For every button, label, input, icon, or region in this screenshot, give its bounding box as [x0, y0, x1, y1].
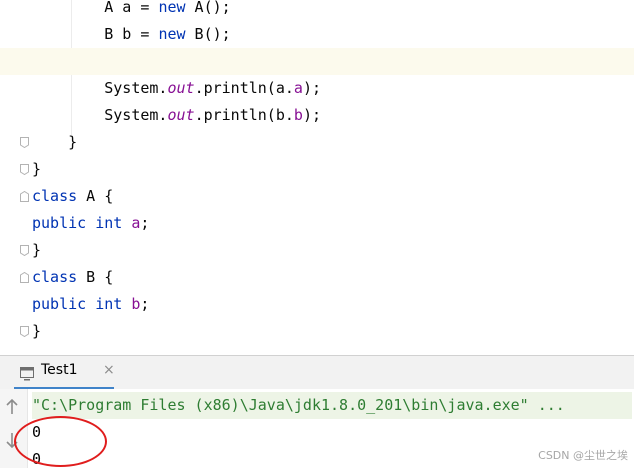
code-line: public int a;: [0, 210, 634, 237]
code-token: B b =: [32, 25, 159, 43]
code-line: class B {: [0, 264, 634, 291]
fold-marker-icon[interactable]: [20, 137, 29, 148]
code-line: System.out.println(a.a);: [0, 75, 634, 102]
code-text: }: [32, 129, 77, 156]
code-token: new: [158, 25, 186, 43]
code-token: B {: [77, 268, 114, 286]
code-token: A {: [77, 187, 114, 205]
code-token: int: [95, 214, 123, 232]
code-token: class: [32, 268, 78, 286]
code-text: }: [32, 237, 41, 264]
fold-marker-icon[interactable]: [20, 272, 29, 283]
code-token: ;: [140, 295, 150, 313]
code-text: class A {: [32, 183, 113, 210]
code-token: }: [32, 133, 78, 151]
code-editor[interactable]: A a = new A(); B b = new B(); System.out…: [0, 0, 634, 355]
code-text: System.out.println(b.b);: [32, 102, 321, 129]
code-text: }: [32, 156, 41, 183]
code-token: }: [32, 241, 42, 259]
code-token: A();: [185, 0, 231, 16]
code-line: System.out.println(b.b);: [0, 102, 634, 129]
annotation-circle: [14, 416, 107, 467]
code-line: [0, 48, 634, 75]
code-text: public int a;: [32, 210, 149, 237]
code-token: B();: [185, 25, 231, 43]
code-line: }: [0, 318, 634, 345]
console-output-line: 0: [32, 423, 42, 441]
tab-test1[interactable]: Test1 ×: [14, 356, 115, 390]
code-token: a: [293, 79, 303, 97]
code-token: b: [293, 106, 303, 124]
code-line: }: [0, 156, 634, 183]
console-command-line: "C:\Program Files (x86)\Java\jdk1.8.0_20…: [32, 392, 632, 419]
code-token: new: [158, 0, 186, 16]
code-token: );: [302, 79, 321, 97]
code-token: public: [32, 295, 87, 313]
code-token: ;: [140, 214, 150, 232]
code-text: class B {: [32, 264, 113, 291]
arrow-up-icon[interactable]: [5, 398, 19, 419]
code-token: out: [167, 106, 195, 124]
code-line: }: [0, 129, 634, 156]
code-text: B b = new B();: [32, 21, 231, 48]
code-token: int: [95, 295, 123, 313]
code-token: }: [32, 322, 42, 340]
code-text: }: [32, 318, 41, 345]
code-token: out: [167, 79, 195, 97]
code-line: }: [0, 237, 634, 264]
code-text: A a = new A();: [32, 0, 231, 21]
tab-label: Test1: [41, 362, 78, 378]
code-token: }: [32, 160, 42, 178]
run-tool-window-header: Test1 ×: [0, 355, 634, 390]
code-line: B b = new B();: [0, 21, 634, 48]
code-token: A a =: [32, 0, 159, 16]
code-text: System.out.println(a.a);: [32, 75, 321, 102]
code-token: .println(b.: [194, 106, 294, 124]
code-line: public int b;: [0, 291, 634, 318]
close-icon[interactable]: ×: [103, 362, 115, 378]
code-line: A a = new A();: [0, 0, 634, 21]
fold-marker-icon[interactable]: [20, 326, 29, 337]
code-text: public int b;: [32, 291, 149, 318]
fold-marker-icon[interactable]: [20, 245, 29, 256]
code-token: );: [302, 106, 321, 124]
code-line: class A {: [0, 183, 634, 210]
code-token: public: [32, 214, 87, 232]
fold-marker-icon[interactable]: [20, 164, 29, 175]
code-token: .println(a.: [194, 79, 294, 97]
code-token: class: [32, 187, 78, 205]
watermark: CSDN @尘世之埃: [538, 449, 628, 462]
run-config-icon: [20, 366, 36, 385]
code-token: System.: [32, 106, 168, 124]
fold-marker-icon[interactable]: [20, 191, 29, 202]
code-token: System.: [32, 79, 168, 97]
